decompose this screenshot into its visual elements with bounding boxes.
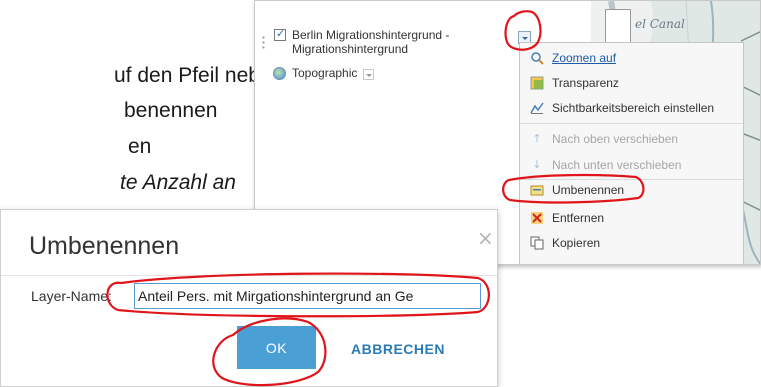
rename-dialog: Umbenennen × Layer-Name: OK ABBRECHEN [0, 209, 498, 387]
transparency-icon [530, 76, 544, 90]
dialog-title: Umbenennen [29, 232, 180, 260]
menu-item-label: Entfernen [552, 210, 605, 225]
menu-item-label: Nach oben verschieben [552, 131, 679, 146]
layer-item-topographic[interactable]: Topographic [273, 66, 375, 80]
rename-icon [530, 183, 544, 197]
globe-icon [273, 66, 286, 80]
layer-visibility-checkbox[interactable] [274, 27, 286, 41]
layer-title: Berlin Migrationshintergrund - Migration… [292, 28, 449, 56]
ok-button[interactable]: OK [237, 326, 316, 369]
copy-icon [530, 236, 544, 250]
layer-title-line-2: Migrationshintergrund [292, 42, 409, 56]
layer-title: Topographic [292, 66, 358, 80]
arrow-down-icon: ↓ [532, 158, 542, 171]
menu-divider [520, 123, 743, 124]
dialog-divider [1, 275, 497, 276]
menu-item-label: Umbenennen [552, 182, 625, 197]
cancel-button[interactable]: ABBRECHEN [351, 341, 445, 357]
layer-item-berlin[interactable]: Berlin Migrationshintergrund - Migration… [274, 27, 449, 56]
menu-item-label: Kopieren [552, 235, 601, 250]
arrow-up-icon: ↑ [532, 132, 542, 145]
menu-item-label: Nach unten verschieben [552, 157, 682, 172]
remove-icon [530, 211, 544, 225]
layer-name-label: Layer-Name: [31, 288, 112, 304]
menu-item-transparency[interactable]: Transparenz [520, 70, 743, 95]
menu-item-move-up[interactable]: ↑ Nach oben verschieben [520, 126, 743, 151]
map-label: el Canal [635, 17, 685, 31]
layer-title-line-1: Berlin Migrationshintergrund - [292, 28, 450, 42]
layer-name-input[interactable] [134, 283, 481, 309]
drag-handle-icon[interactable] [262, 35, 265, 51]
menu-item-label: Transparenz [552, 75, 619, 90]
visibility-range-icon [530, 101, 544, 115]
layer-context-menu: Zoomen auf Transparenz Sichtbarkeitsbere… [519, 42, 744, 264]
menu-item-label: Zoomen auf [552, 50, 617, 65]
menu-item-zoom-to[interactable]: Zoomen auf [520, 45, 743, 70]
menu-item-copy[interactable]: Kopieren [520, 230, 743, 255]
menu-item-label: Sichtbarkeitsbereich einstellen [552, 100, 715, 115]
menu-item-move-down[interactable]: ↓ Nach unten verschieben [520, 152, 743, 177]
menu-item-remove[interactable]: Entfernen [520, 205, 743, 230]
menu-item-rename[interactable]: Umbenennen [520, 177, 743, 202]
chevron-down-icon[interactable] [363, 68, 375, 80]
slide-text-line-3: en [128, 135, 152, 158]
slide-text-line-2: benennen [124, 99, 218, 122]
slide-text-line-4: te Anzahl an [120, 171, 236, 194]
close-icon[interactable]: × [477, 226, 494, 250]
magnifier-icon [530, 51, 544, 65]
menu-item-visibility-range[interactable]: Sichtbarkeitsbereich einstellen [520, 95, 743, 120]
